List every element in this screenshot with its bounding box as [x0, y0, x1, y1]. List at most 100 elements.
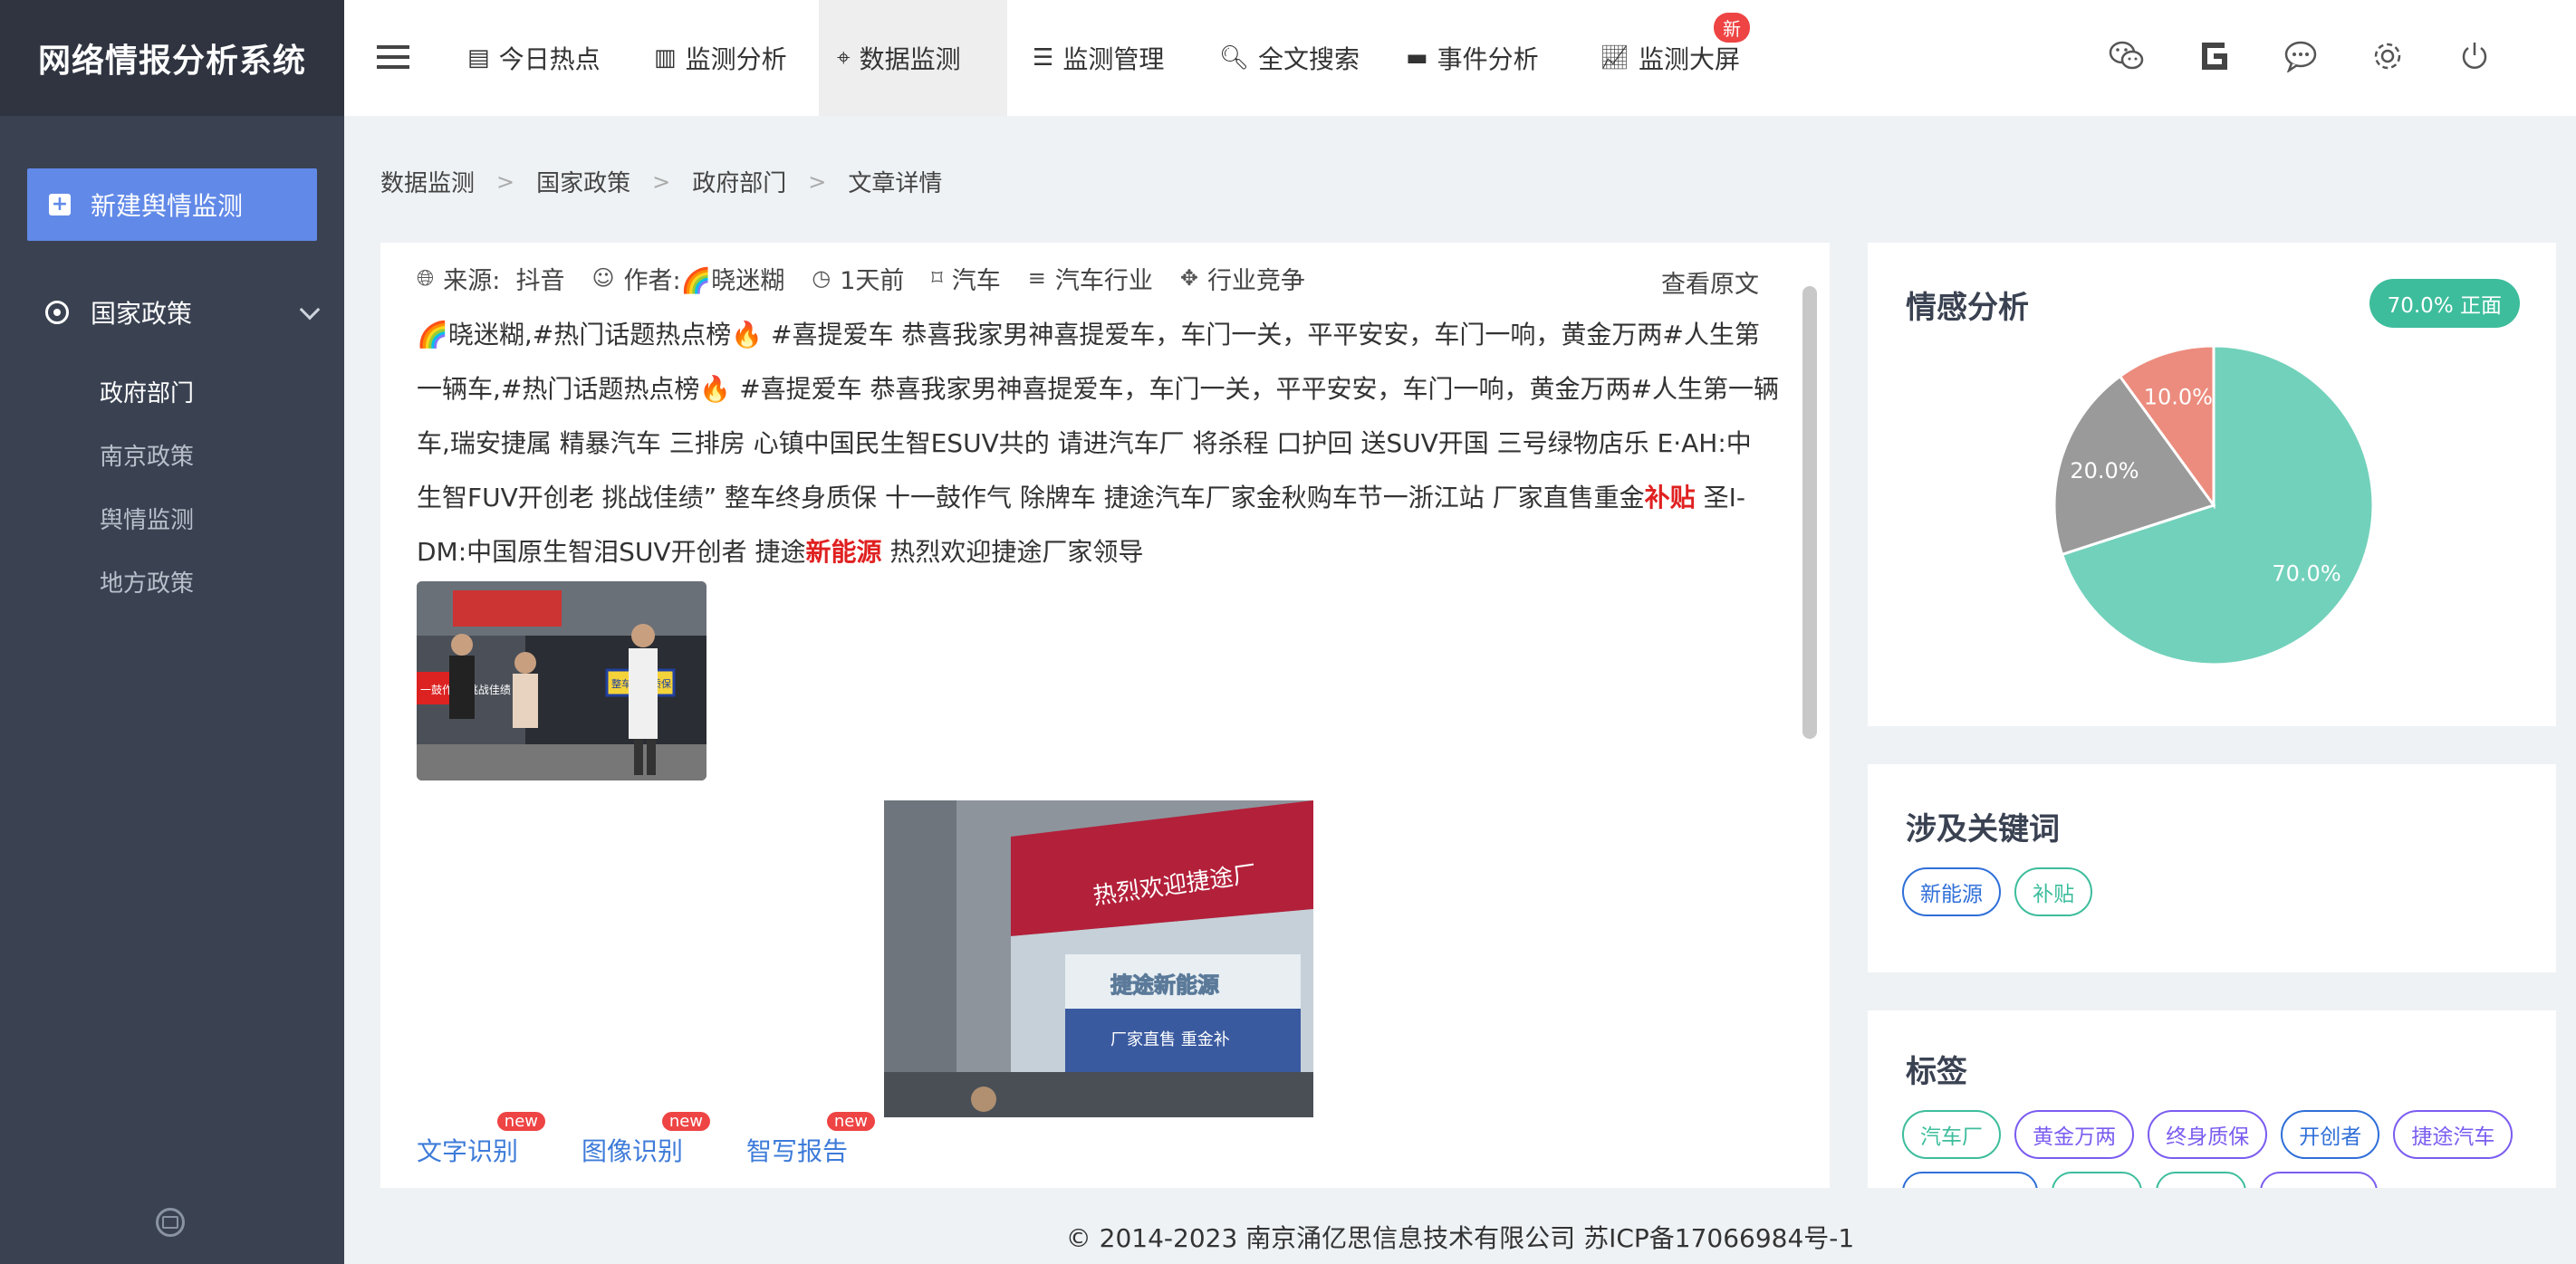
sidebar: 网络情报分析系统 + 新建舆情监测 国家政策 政府部门 南京政策 舆情监测 地方…: [0, 0, 344, 1264]
tag-item[interactable]: 黄金万两: [2014, 1110, 2135, 1159]
new-monitor-label: 新建舆情监测: [91, 191, 244, 221]
nav-monitor-analysis[interactable]: ▥ 监测分析: [636, 0, 805, 116]
gear-icon[interactable]: [2368, 36, 2408, 76]
plus-icon: +: [49, 194, 71, 215]
breadcrumb: 数据监测 > 国家政策 > 政府部门 > 文章详情: [380, 165, 942, 198]
keywords-panel: 涉及关键词 新能源 补贴: [1868, 764, 2556, 972]
keywords-title: 涉及关键词: [1906, 811, 2060, 847]
view-original-link[interactable]: 查看原文: [1661, 264, 1759, 300]
new-badge: new: [661, 1112, 711, 1131]
nav-label: 事件分析: [1437, 44, 1539, 74]
tool-label: 图像识别: [582, 1136, 684, 1166]
category-value: 汽车: [951, 266, 1001, 295]
nav-today-hot[interactable]: ▤ 今日热点: [449, 0, 619, 116]
tag-item-partial[interactable]: [2156, 1172, 2247, 1188]
keyword-highlight: 补贴: [1644, 483, 1696, 512]
img2-sub: 厂家直售 重金补: [1110, 1030, 1230, 1049]
g-logo-icon[interactable]: [2194, 36, 2234, 76]
power-icon[interactable]: [2455, 36, 2494, 76]
nav-label: 数据监测: [859, 44, 961, 74]
text-recognition-button[interactable]: 文字识别 new: [417, 1112, 546, 1168]
card-icon: ▬: [1406, 44, 1428, 72]
author-value: 🌈晓迷糊: [680, 266, 785, 295]
author-meta: ☺ 作者: 🌈晓迷糊: [591, 261, 784, 296]
article-image-2[interactable]: 热烈欢迎捷途厂 捷途新能源 厂家直售 重金补: [884, 800, 1313, 1117]
sidebar-item-nanjing-policy[interactable]: 南京政策: [100, 438, 194, 472]
tool-label: 文字识别: [417, 1136, 519, 1166]
sentiment-panel: 情感分析 70.0% 正面 70.0% 20.0% 10.0%: [1868, 243, 2556, 726]
img2-sign: 捷途新能源: [1110, 972, 1219, 998]
nav-event-analysis[interactable]: ▬ 事件分析: [1388, 0, 1557, 116]
tool-row: 文字识别 new 图像识别 new 智写报告 new: [417, 1112, 911, 1177]
tag-item-partial[interactable]: [2052, 1172, 2143, 1188]
sidebar-item-local-policy[interactable]: 地方政策: [100, 565, 194, 598]
tag-item-partial[interactable]: [1902, 1172, 2038, 1188]
article-body: 🌈晓迷糊,#热门话题热点榜🔥 #喜提爱车 恭喜我家男神喜提爱车，车门一关，平平安…: [417, 308, 1784, 579]
breadcrumb-item[interactable]: 国家政策: [536, 165, 630, 198]
target-icon: [45, 301, 69, 324]
sidebar-group-national-policy[interactable]: 国家政策: [0, 281, 344, 344]
tag-item[interactable]: 开创者: [2281, 1110, 2380, 1159]
top-navbar: ▤ 今日热点 ▥ 监测分析 ⌖ 数据监测 ☰ 监测管理 🔍︎ 全文搜索 ▬ 事件…: [344, 0, 2576, 116]
message-icon[interactable]: [2281, 36, 2321, 76]
smart-report-button[interactable]: 智写报告 new: [746, 1112, 876, 1168]
image-recognition-button[interactable]: 图像识别 new: [582, 1112, 711, 1168]
industry-meta: ≡ 汽车行业: [1028, 261, 1153, 296]
scrollbar[interactable]: [1802, 286, 1817, 739]
tag-item[interactable]: 终身质保: [2148, 1110, 2268, 1159]
tag-item[interactable]: 捷途汽车: [2393, 1110, 2514, 1159]
tag-item[interactable]: 汽车厂: [1902, 1110, 2001, 1159]
category-meta: ⌑ 汽车: [931, 261, 1000, 296]
source-value: 抖音: [515, 266, 565, 295]
keyword-tag[interactable]: 新能源: [1902, 867, 2001, 916]
pie-slice-label: 20.0%: [2070, 458, 2139, 484]
article-image-1[interactable]: 一鼓作气 挑战佳绩 整车终身质保: [417, 581, 706, 780]
tool-label: 智写报告: [746, 1136, 849, 1166]
tags-panel: 标签 汽车厂 黄金万两 终身质保 开创者 捷途汽车: [1868, 1010, 2556, 1188]
nav-label: 监测分析: [685, 44, 787, 74]
nav-monitor-manage[interactable]: ☰ 监测管理: [1014, 0, 1182, 116]
wechat-icon[interactable]: [2107, 36, 2147, 76]
tag-item-partial[interactable]: [2260, 1172, 2379, 1188]
industry-value: 汽车行业: [1054, 266, 1153, 295]
search-icon: 🔍︎: [1219, 44, 1250, 72]
nav-fulltext-search[interactable]: 🔍︎ 全文搜索: [1201, 0, 1378, 116]
new-badge: new: [826, 1112, 876, 1131]
breadcrumb-item[interactable]: 数据监测: [380, 165, 475, 198]
sentiment-pie-chart: 70.0% 20.0% 10.0%: [2052, 344, 2375, 666]
pie-slice-label: 10.0%: [2144, 384, 2213, 409]
footer-copyright: © 2014-2023 南京涌亿思信息技术有限公司 苏ICP备17066984号…: [1065, 1223, 1855, 1253]
globe-icon: 🌐︎: [417, 265, 435, 291]
article-text: 热烈欢迎捷途厂家领导: [881, 537, 1144, 567]
new-monitor-button[interactable]: + 新建舆情监测: [27, 168, 317, 241]
nav-data-monitor[interactable]: ⌖ 数据监测: [819, 0, 1007, 116]
new-badge: new: [496, 1112, 546, 1131]
chevron-right-icon: >: [808, 168, 827, 195]
topic-meta: ✥ 行业竞争: [1180, 261, 1305, 296]
breadcrumb-item[interactable]: 政府部门: [692, 165, 786, 198]
tag-icon: ⌑: [931, 265, 943, 291]
pie-slice-label: 70.0%: [2272, 560, 2341, 586]
time-value: 1天前: [840, 266, 905, 295]
article-meta: 🌐︎ 来源: 抖音 ☺ 作者: 🌈晓迷糊 ◷ 1天前 ⌑ 汽车 ≡ 汽车行业 ✥…: [417, 255, 1332, 301]
article-card: 🌐︎ 来源: 抖音 ☺ 作者: 🌈晓迷糊 ◷ 1天前 ⌑ 汽车 ≡ 汽车行业 ✥…: [380, 243, 1830, 1188]
arrows-icon: ✥: [1179, 265, 1198, 291]
keyword-tag[interactable]: 补贴: [2014, 867, 2093, 916]
sidebar-item-government[interactable]: 政府部门: [100, 375, 194, 408]
crosshair-icon: ⌖: [837, 43, 851, 72]
time-meta: ◷ 1天前: [812, 261, 904, 296]
menu-toggle-icon[interactable]: [377, 45, 409, 69]
article-text: 🌈晓迷糊,#热门话题热点榜🔥 #喜提爱车 恭喜我家男神喜提爱车，车门一关，平平安…: [417, 320, 1779, 512]
list-alt-icon: ▤: [467, 44, 490, 72]
topic-value: 行业竞争: [1206, 266, 1305, 295]
keyword-highlight: 新能源: [805, 537, 882, 567]
line-chart-icon: 📈︎: [1600, 44, 1630, 72]
nav-label: 监测管理: [1062, 44, 1165, 74]
nav-label: 今日热点: [498, 44, 601, 74]
collapse-icon[interactable]: [156, 1208, 185, 1237]
sidebar-item-opinion-monitor[interactable]: 舆情监测: [100, 502, 194, 535]
nav-label: 全文搜索: [1258, 44, 1360, 74]
new-badge: 新: [1714, 13, 1750, 43]
tag-list: 汽车厂 黄金万两 终身质保 开创者 捷途汽车: [1902, 1110, 2554, 1188]
author-label: 作者:: [623, 266, 681, 295]
